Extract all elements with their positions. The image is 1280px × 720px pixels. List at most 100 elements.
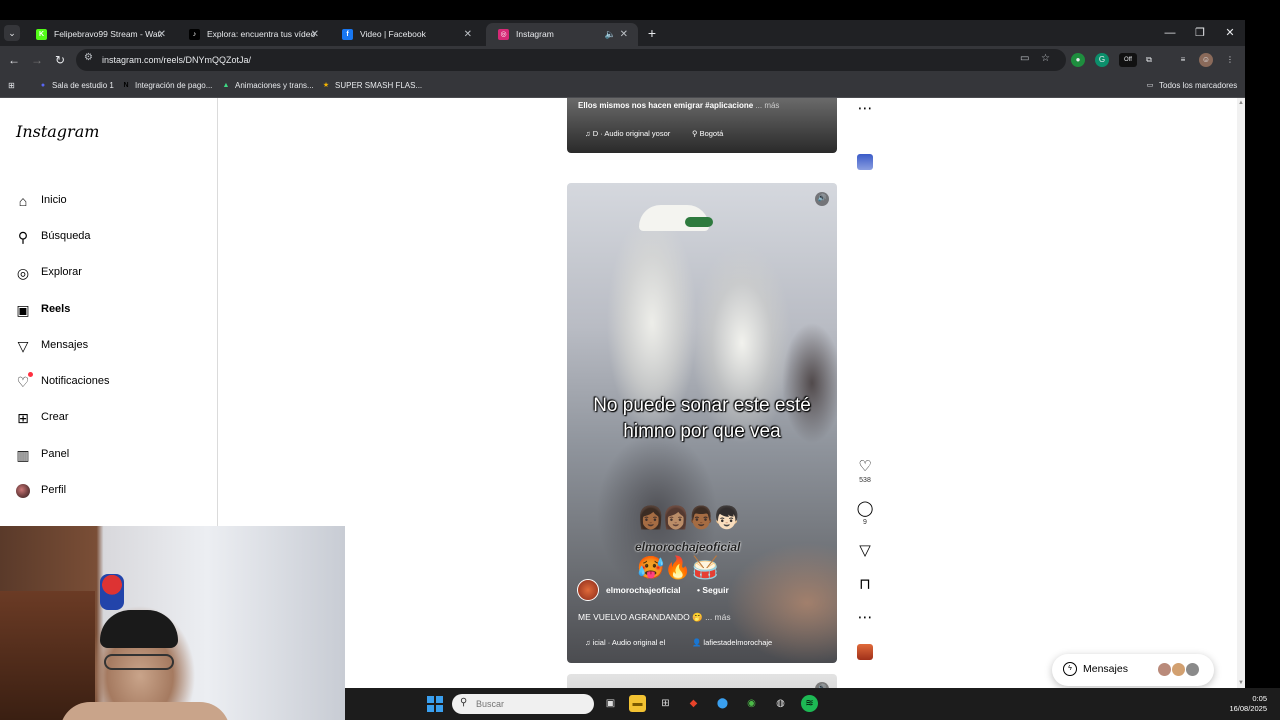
messages-button[interactable]: ϟ Mensajes [1052, 654, 1214, 686]
bookmark-star-icon[interactable]: ☆ [1041, 53, 1050, 64]
reel-audio[interactable]: ♫ D · Audio original yosor [585, 129, 670, 138]
audio-thumbnail[interactable] [857, 644, 873, 660]
forward-arrow-icon[interactable]: → [28, 51, 46, 69]
tiktok-icon: ♪ [189, 29, 200, 40]
like-count: 538 [859, 477, 871, 484]
close-tab-icon[interactable]: ✕ [464, 23, 472, 46]
app-blue-icon[interactable]: ⬤ [714, 695, 731, 712]
site-info-icon[interactable]: ⚙ [84, 52, 93, 63]
notion-icon: N [123, 82, 129, 89]
all-bookmarks-folder[interactable]: ▭ Todos los marcadores [1145, 79, 1238, 93]
file-explorer-icon[interactable]: ▬ [629, 695, 646, 712]
taskbar-clock[interactable]: 0:05 16/08/2025 [1207, 694, 1267, 714]
windows-start-icon[interactable] [427, 696, 443, 712]
prev-reel-more-icon[interactable]: ⋯ [852, 100, 878, 118]
more-link[interactable]: ... más [755, 101, 779, 110]
desktop-screen: ⌄ K Felipebravo99 Stream - Watch L ✕ ♪ E… [0, 0, 1280, 720]
more-options-button[interactable]: ⋯ [852, 609, 878, 627]
reel-username[interactable]: elmorochajeoficial [606, 585, 681, 595]
bookmark-item[interactable]: ★ SUPER SMASH FLAS... [321, 79, 422, 93]
prev-reel-audio-thumb[interactable] [857, 154, 873, 170]
taskbar-search[interactable]: ⚲ [452, 694, 594, 714]
nav-item-mensajes[interactable]: ▽ Mensajes [14, 333, 204, 361]
current-reel-video[interactable]: 🔊 No puede sonar este esté himno por que… [567, 183, 837, 663]
more-dots-icon: ⋯ [857, 609, 873, 626]
tab-facebook[interactable]: f Video | Facebook ✕ [330, 23, 482, 46]
back-arrow-icon[interactable]: ← [5, 51, 23, 69]
comment-count: 9 [863, 519, 867, 526]
video-overlay-text: No puede sonar este esté himno por que v… [593, 395, 811, 442]
address-bar[interactable]: ⚙ ▭ ☆ [76, 49, 1066, 71]
bookmark-item[interactable]: ● Sala de estudio 1 [38, 79, 114, 93]
media-control-icon[interactable]: ≡ [1176, 53, 1190, 67]
extension-off-badge[interactable]: Off [1119, 53, 1137, 67]
video-hat-brim-shape [685, 217, 713, 227]
tab-audio-icon[interactable]: 🔈 [605, 23, 616, 46]
nav-item-panel[interactable]: ▥ Panel [14, 442, 204, 470]
nav-item-busqueda[interactable]: ⚲ Búsqueda [14, 224, 204, 252]
webcam-shelf-shape [0, 591, 95, 720]
send-icon: ▽ [17, 338, 29, 354]
restore-icon[interactable]: ❐ [1185, 23, 1215, 43]
reel-location[interactable]: ⚲ Bogotá [692, 129, 723, 138]
task-view-icon[interactable]: ▣ [602, 695, 619, 712]
messenger-icon: ϟ [1063, 662, 1077, 676]
extension-green-icon[interactable]: ● [1071, 53, 1085, 67]
close-tab-icon[interactable]: ✕ [311, 23, 319, 46]
tab-kick[interactable]: K Felipebravo99 Stream - Watch L ✕ [24, 23, 176, 46]
close-window-icon[interactable]: ✕ [1215, 23, 1245, 43]
previous-reel[interactable]: Ellos mismos nos hacen emigrar #aplicaci… [567, 98, 837, 153]
nav-item-notificaciones[interactable]: ♡ Notificaciones [14, 369, 204, 397]
kick-icon: K [36, 29, 47, 40]
comment-button[interactable]: ◯ 9 [852, 500, 878, 526]
page-scrollbar[interactable]: ▲ ▼ [1237, 98, 1245, 688]
apps-grid-icon[interactable]: ⊞ [8, 79, 15, 93]
store-icon[interactable]: ⊞ [657, 695, 674, 712]
reel-author-avatar[interactable] [577, 579, 599, 601]
contact-avatar [1185, 662, 1200, 677]
more-link[interactable]: ... más [705, 612, 731, 622]
tab-tiktok[interactable]: ♪ Explora: encuentra tus vídeos fa ✕ [177, 23, 329, 46]
app-red-icon[interactable]: ◆ [685, 695, 702, 712]
minimize-icon[interactable]: — [1155, 23, 1185, 43]
webcam-person-glasses-shape [104, 654, 174, 670]
like-button[interactable]: ♡ 538 [852, 458, 878, 484]
video-emoji-row: 👩🏾👩🏽👨🏾👦🏻 [637, 505, 741, 530]
extensions-puzzle-icon[interactable]: ⧉ [1142, 53, 1156, 67]
comment-icon: ◯ [856, 500, 874, 517]
close-tab-icon[interactable]: ✕ [158, 23, 166, 46]
follow-button[interactable]: • Seguir [697, 585, 729, 595]
share-button[interactable]: ▽ [852, 542, 878, 560]
url-input[interactable] [102, 52, 1002, 68]
instagram-logo[interactable]: Instagram [16, 122, 99, 141]
tab-instagram[interactable]: ◎ Instagram 🔈 ✕ [486, 23, 638, 46]
tab-search-icon[interactable]: ⌄ [4, 25, 20, 41]
reload-icon[interactable]: ↻ [51, 51, 69, 69]
scroll-up-icon[interactable]: ▲ [1238, 100, 1244, 106]
chrome-icon[interactable]: ◉ [743, 695, 760, 712]
cast-icon[interactable]: ▭ [1020, 53, 1029, 64]
nav-item-crear[interactable]: ⊞ Crear [14, 405, 204, 433]
webcam-person-hair-shape [100, 610, 178, 648]
scroll-down-icon[interactable]: ▼ [1238, 680, 1244, 686]
extension-grammarly-icon[interactable]: G [1095, 53, 1109, 67]
nav-item-explorar[interactable]: ◎ Explorar [14, 260, 204, 288]
reel-audio[interactable]: ♫ icial · Audio original el [585, 638, 665, 647]
video-emoji-row-bottom: 🥵🔥🥁 [637, 555, 720, 580]
app-github-icon[interactable]: ◍ [772, 695, 789, 712]
nav-item-inicio[interactable]: ⌂ Inicio [14, 188, 204, 216]
bookmark-item[interactable]: N Integración de pago... [121, 79, 212, 93]
bookmark-item[interactable]: ▲ Animaciones y trans... [221, 79, 314, 93]
new-tab-button[interactable]: + [645, 23, 659, 43]
nav-item-perfil[interactable]: Perfil [14, 478, 204, 506]
nav-item-reels[interactable]: ▣ Reels [14, 297, 204, 325]
save-button[interactable]: ⊓ [852, 576, 878, 594]
reel-audio-user[interactable]: 👤 lafiestadelmorochaje [692, 638, 772, 647]
close-tab-icon[interactable]: ✕ [620, 23, 628, 46]
next-reel[interactable]: 🔊 [567, 674, 837, 688]
profile-avatar-icon[interactable]: ☺ [1199, 53, 1213, 67]
browser-menu-icon[interactable]: ⋮ [1223, 53, 1237, 67]
taskbar-search-input[interactable] [476, 697, 586, 711]
spotify-icon[interactable]: ≋ [801, 695, 818, 712]
speaker-icon[interactable]: 🔊 [815, 192, 829, 206]
